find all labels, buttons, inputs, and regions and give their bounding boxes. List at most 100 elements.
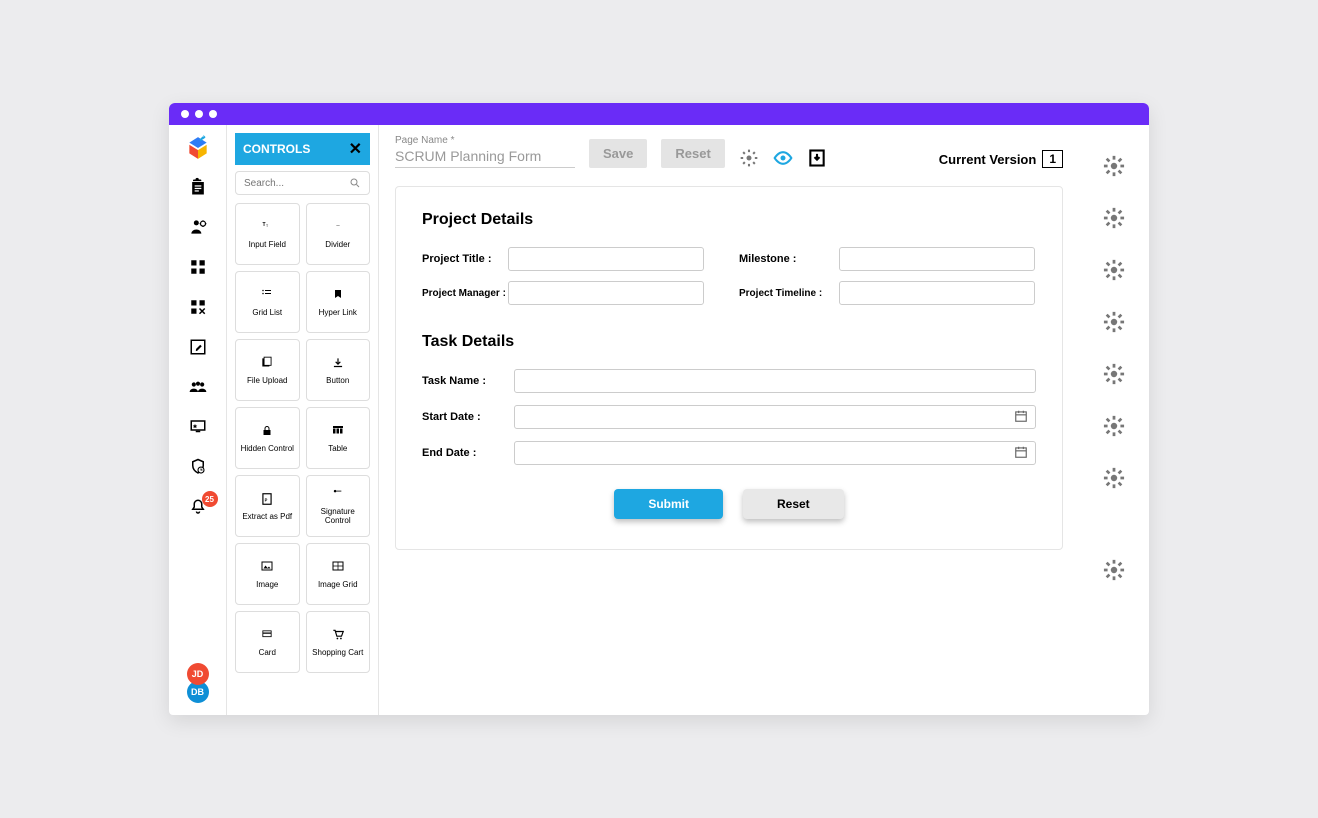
tile-input-field[interactable]: TTInput Field [235, 203, 300, 265]
end-date-input[interactable] [514, 441, 1036, 465]
eye-icon[interactable] [773, 148, 793, 168]
gear-icon[interactable] [1103, 259, 1125, 281]
tile-shopping-cart[interactable]: Shopping Cart [306, 611, 371, 673]
gear-icon[interactable] [1103, 415, 1125, 437]
project-title-input[interactable] [508, 247, 704, 271]
gear-icon[interactable] [1103, 311, 1125, 333]
user-settings-icon[interactable] [188, 217, 208, 237]
window-dot[interactable] [181, 110, 189, 118]
tile-label: Button [326, 377, 349, 386]
tile-extract-pdf[interactable]: P Extract as Pdf [235, 475, 300, 537]
svg-text:T: T [263, 222, 266, 228]
page-name-label: Page Name * [395, 135, 575, 146]
calendar-icon[interactable] [1014, 409, 1028, 423]
end-date-label: End Date : [422, 447, 514, 459]
start-date-input[interactable] [514, 405, 1036, 429]
form-reset-button[interactable]: Reset [743, 489, 844, 519]
tile-label: Divider [325, 241, 350, 250]
start-date-label: Start Date : [422, 411, 514, 423]
grid-broken-icon[interactable] [188, 297, 208, 317]
tile-image-grid[interactable]: Image Grid [306, 543, 371, 605]
controls-panel: CONTROLS ✕ TTInput Field Divider Grid Li… [227, 125, 379, 715]
tile-label: Extract as Pdf [242, 513, 292, 522]
gear-icon[interactable] [1103, 467, 1125, 489]
tile-grid-list[interactable]: Grid List [235, 271, 300, 333]
tile-signature[interactable]: Signature Control [306, 475, 371, 537]
tile-image[interactable]: Image [235, 543, 300, 605]
calendar-icon[interactable] [1014, 445, 1028, 459]
project-timeline-label: Project Timeline : [739, 288, 839, 299]
window-dot[interactable] [209, 110, 217, 118]
section-title: Project Details [422, 211, 1036, 229]
section-title: Task Details [422, 333, 1036, 351]
download-icon[interactable] [807, 148, 827, 168]
controls-search[interactable] [235, 171, 370, 195]
notification-badge: 25 [202, 491, 218, 507]
version-display: Current Version 1 [939, 150, 1063, 168]
monitor-star-icon[interactable] [188, 417, 208, 437]
clipboard-icon[interactable] [188, 177, 208, 197]
milestone-input[interactable] [839, 247, 1035, 271]
shield-clock-icon[interactable] [188, 457, 208, 477]
edit-square-icon[interactable] [188, 337, 208, 357]
search-input[interactable] [244, 178, 324, 189]
bell-icon[interactable]: 25 [188, 497, 208, 517]
tile-label: Hidden Control [241, 445, 294, 454]
version-value: 1 [1042, 150, 1063, 168]
page-name-input[interactable] [395, 148, 575, 168]
window-dot[interactable] [195, 110, 203, 118]
project-timeline-input[interactable] [839, 281, 1035, 305]
save-button[interactable]: Save [589, 139, 647, 168]
gear-icon[interactable] [1103, 559, 1125, 581]
gear-icon[interactable] [1103, 363, 1125, 385]
tile-file-upload[interactable]: File Upload [235, 339, 300, 401]
tile-divider[interactable]: Divider [306, 203, 371, 265]
tile-label: Grid List [252, 309, 282, 318]
tile-table[interactable]: Table [306, 407, 371, 469]
form-actions: Submit Reset [422, 489, 1036, 519]
app-window: 25 JD DB CONTROLS ✕ TTInput Field Divide… [169, 103, 1149, 715]
milestone-label: Milestone : [739, 253, 839, 265]
tile-label: File Upload [247, 377, 287, 386]
svg-text:P: P [265, 497, 268, 502]
controls-grid: TTInput Field Divider Grid List Hyper Li… [235, 203, 370, 673]
nav-rail: 25 JD DB [169, 125, 227, 715]
project-manager-input[interactable] [508, 281, 704, 305]
grid-icon[interactable] [188, 257, 208, 277]
task-name-label: Task Name : [422, 375, 514, 387]
tile-card[interactable]: Card [235, 611, 300, 673]
controls-header: CONTROLS ✕ [235, 133, 370, 165]
close-icon[interactable]: ✕ [349, 139, 362, 159]
controls-title: CONTROLS [243, 142, 310, 156]
search-icon [349, 177, 361, 189]
app-logo-icon[interactable] [185, 135, 211, 161]
submit-button[interactable]: Submit [614, 489, 723, 519]
editor-topbar: Page Name * Save Reset Curre [395, 135, 1063, 168]
gear-icon[interactable] [1103, 155, 1125, 177]
editor-area: Page Name * Save Reset Curre [379, 125, 1149, 715]
svg-text:T: T [266, 224, 269, 228]
tile-label: Table [328, 445, 347, 454]
user-avatars: JD DB [187, 663, 209, 703]
avatar[interactable]: JD [187, 663, 209, 685]
tile-label: Image Grid [318, 581, 358, 590]
tile-button[interactable]: Button [306, 339, 371, 401]
tile-hyperlink[interactable]: Hyper Link [306, 271, 371, 333]
tile-label: Input Field [249, 241, 286, 250]
gear-icon[interactable] [739, 148, 759, 168]
tile-label: Card [259, 649, 276, 658]
reset-button[interactable]: Reset [661, 139, 724, 168]
tile-label: Hyper Link [319, 309, 357, 318]
editor-main: Page Name * Save Reset Curre [379, 125, 1079, 715]
settings-rail [1079, 125, 1149, 715]
task-name-input[interactable] [514, 369, 1036, 393]
tile-label: Shopping Cart [312, 649, 363, 658]
project-title-label: Project Title : [422, 253, 508, 265]
page-name-field: Page Name * [395, 135, 575, 168]
project-manager-label: Project Manager : [422, 288, 508, 299]
people-icon[interactable] [188, 377, 208, 397]
gear-icon[interactable] [1103, 207, 1125, 229]
version-label: Current Version [939, 152, 1037, 167]
tile-label: Signature Control [311, 508, 366, 526]
tile-hidden-control[interactable]: Hidden Control [235, 407, 300, 469]
